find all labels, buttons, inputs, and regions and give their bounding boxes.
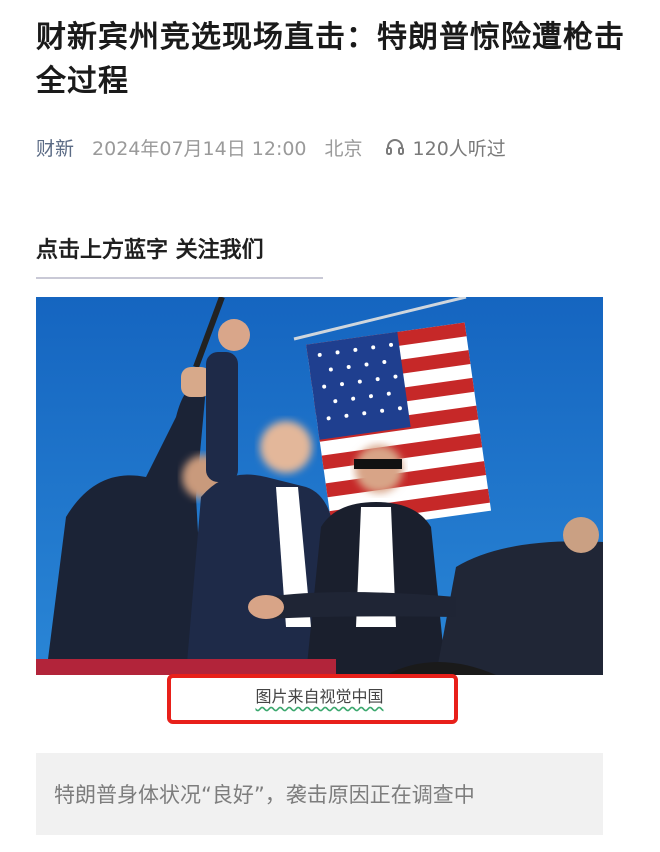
listen-button[interactable]: 120人听过 bbox=[385, 134, 506, 161]
publish-location: 北京 bbox=[324, 137, 363, 160]
listen-count: 120人听过 bbox=[412, 137, 506, 160]
news-photo[interactable] bbox=[36, 297, 603, 675]
stage-railing bbox=[36, 659, 336, 675]
image-caption-text: 图片来自视觉中国 bbox=[255, 687, 384, 706]
follow-prompt[interactable]: 点击上方蓝字 关注我们 bbox=[36, 232, 264, 264]
american-flag bbox=[306, 322, 492, 533]
article-summary: 特朗普身体状况“良好”，袭击原因正在调查中 bbox=[36, 753, 603, 835]
headphones-icon bbox=[385, 139, 404, 155]
image-caption: 图片来自视觉中国 bbox=[36, 675, 603, 715]
source-link[interactable]: 财新 bbox=[36, 134, 74, 161]
follow-divider bbox=[36, 277, 323, 279]
article-meta: 财新 2024年07月14日 12:00 北京 120人听过 bbox=[36, 131, 506, 163]
publish-date: 2024年07月14日 12:00 bbox=[92, 137, 307, 160]
article-title: 财新宾州竞选现场直击：特朗普惊险遭枪击全过程 bbox=[36, 20, 625, 99]
